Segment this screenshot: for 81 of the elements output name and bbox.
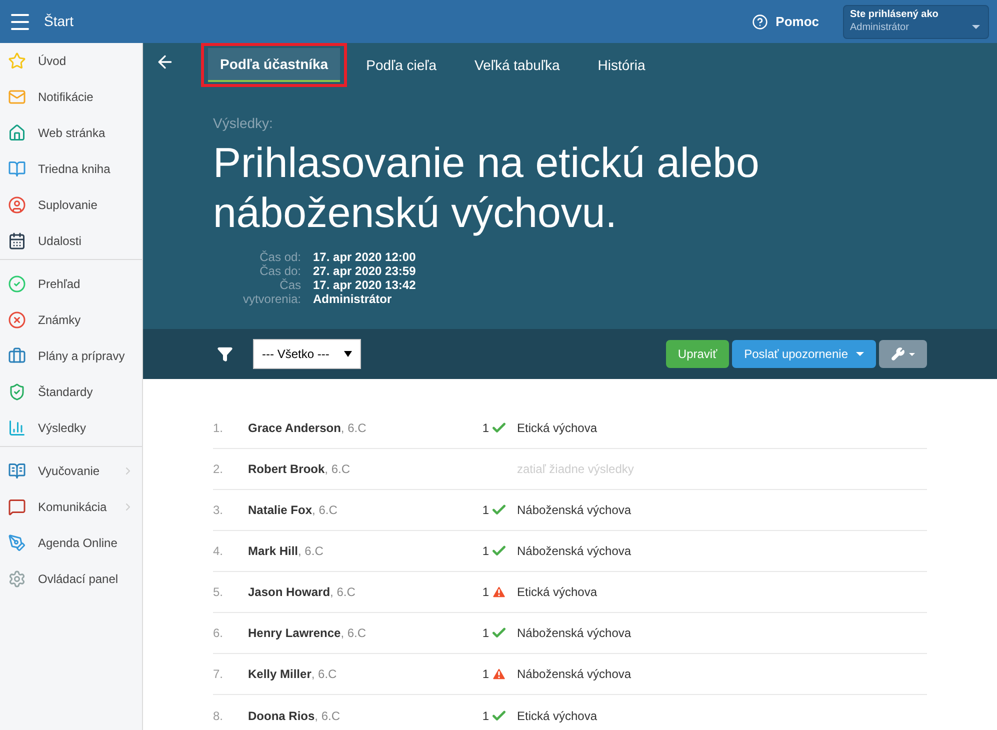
sidebar-item[interactable]: Prehľad [0, 266, 142, 302]
meta-value: 27. apr 2020 23:59 [313, 264, 416, 278]
help-link[interactable]: Pomoc [776, 12, 819, 32]
student-name: Grace Anderson, 6.C [248, 420, 368, 437]
sidebar-item[interactable]: Komunikácia [0, 489, 142, 525]
tools-button[interactable] [879, 340, 927, 368]
sidebar-item[interactable]: Plány a prípravy [0, 338, 142, 374]
result-count: 1 [482, 708, 489, 724]
student-name: Mark Hill, 6.C [248, 543, 324, 560]
row-number: 1. [213, 420, 224, 437]
result-text: Etická výchova [517, 708, 598, 724]
filter-select[interactable]: --- Všetko --- [253, 339, 361, 369]
sidebar-item[interactable]: Suplovanie [0, 187, 142, 223]
meta-value: 17. apr 2020 12:00 [313, 250, 416, 264]
sidebar-item[interactable]: Ovládací panel [0, 561, 142, 597]
result-count: 1 [482, 666, 489, 683]
tab[interactable]: Podľa účastníka [208, 48, 340, 82]
sidebar-item[interactable]: Známky [0, 302, 142, 338]
sidebar-item[interactable]: Výsledky [0, 410, 142, 446]
meta-value: 17. apr 2020 13:42 Administrátor [313, 278, 416, 306]
sidebar-item[interactable]: Vyučovanie [0, 453, 142, 489]
wrench-icon [891, 347, 905, 361]
result-text: Náboženská výchova [517, 543, 632, 560]
result-text: Náboženská výchova [517, 666, 632, 683]
row-number: 5. [213, 584, 224, 601]
tab[interactable]: História [586, 48, 658, 82]
warning-icon [491, 584, 507, 600]
user-dropdown[interactable]: Ste prihlásený ako Administrátor [843, 4, 989, 38]
filter-icon [217, 346, 233, 362]
student-name: Doona Rios, 6.C [248, 708, 342, 724]
result-count: 1 [482, 502, 489, 519]
calendar-icon [8, 232, 26, 250]
meta-label: Čas od: [258, 250, 301, 264]
result-text: Etická výchova [517, 584, 598, 601]
sidebar-item[interactable]: Úvod [0, 43, 142, 79]
help-icon[interactable] [752, 14, 768, 30]
book-icon [8, 160, 26, 178]
student-name: Kelly Miller, 6.C [248, 666, 338, 683]
sidebar-item[interactable]: Notifikácie [0, 79, 142, 115]
row-number: 8. [213, 708, 224, 724]
row-number: 3. [213, 502, 224, 519]
app-title[interactable]: Štart [44, 11, 74, 32]
tab[interactable]: Veľká tabuľka [462, 48, 572, 82]
result-text: Etická výchova [517, 420, 598, 437]
briefcase-icon [8, 347, 26, 365]
chat-icon [8, 498, 26, 516]
result-count: 1 [482, 625, 489, 642]
check-circle-icon [8, 275, 26, 293]
open-book-icon [8, 462, 26, 480]
person-icon [8, 196, 26, 214]
house-icon [8, 124, 26, 142]
page-title: Prihlasovanie na etickú alebo náboženskú výchovu. [213, 138, 760, 238]
bar-chart-icon [8, 419, 26, 437]
star-icon [8, 52, 26, 70]
sidebar-item[interactable]: Štandardy [0, 374, 142, 410]
tab[interactable]: Podľa cieľa [354, 48, 449, 82]
result-text: Náboženská výchova [517, 625, 632, 642]
student-name: Natalie Fox, 6.C [248, 502, 338, 519]
meta-label: Čas do: [258, 264, 301, 278]
result-count: 1 [482, 420, 489, 437]
sidebar-item[interactable]: Agenda Online [0, 525, 142, 561]
gear-icon [8, 570, 26, 588]
sidebar-item[interactable]: Triedna kniha [0, 151, 142, 187]
student-name: Henry Lawrence, 6.C [248, 625, 368, 642]
page-caption: Výsledky: [213, 114, 274, 133]
shield-icon [8, 383, 26, 401]
envelope-icon [8, 88, 26, 106]
student-name: Jason Howard, 6.C [248, 584, 356, 601]
pen-icon [8, 534, 26, 552]
row-number: 2. [213, 461, 224, 478]
row-number: 7. [213, 666, 224, 683]
meta-label: Čas vytvorenia: [242, 278, 301, 306]
sidebar-item[interactable]: Udalosti [0, 223, 142, 259]
result-text: Náboženská výchova [517, 502, 632, 519]
row-number: 4. [213, 543, 224, 560]
result-count: 1 [482, 543, 489, 560]
result-count: 1 [482, 584, 489, 601]
warning-icon [491, 666, 507, 682]
sidebar-item[interactable]: Web stránka [0, 115, 142, 151]
student-name: Robert Brook, 6.C [248, 461, 352, 478]
row-number: 6. [213, 625, 224, 642]
